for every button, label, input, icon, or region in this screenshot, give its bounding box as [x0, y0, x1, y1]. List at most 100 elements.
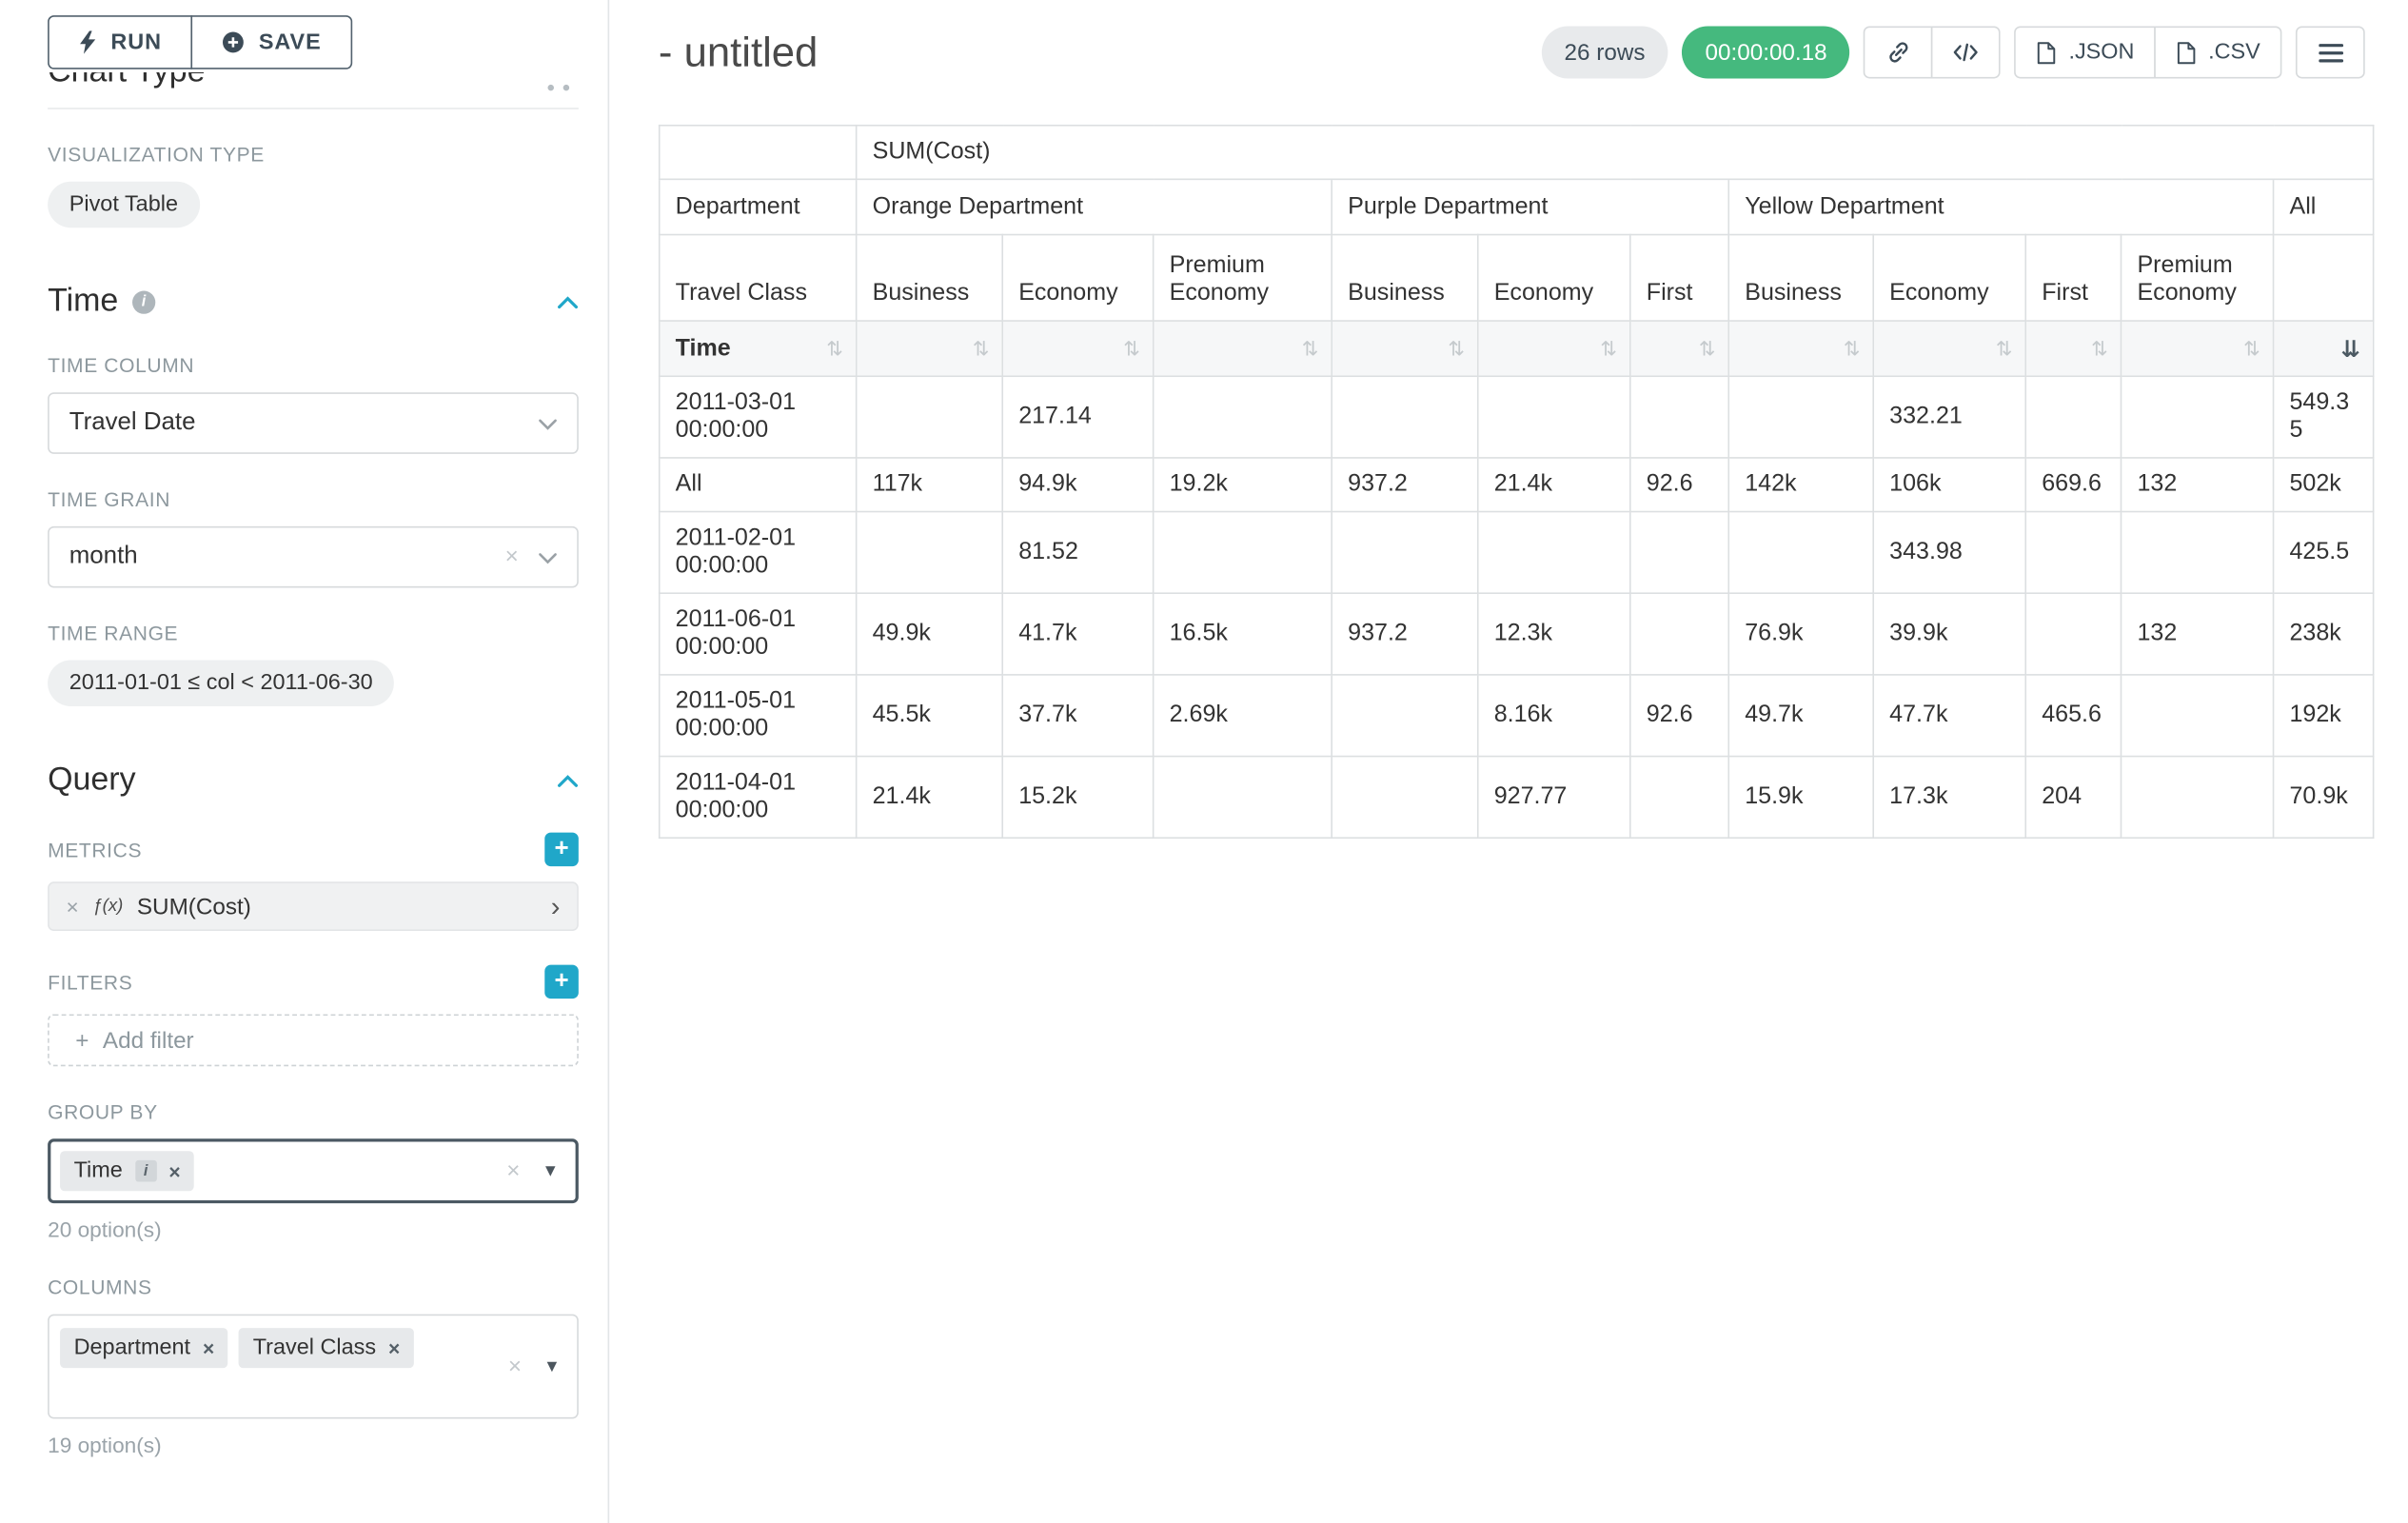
export-json-button[interactable]: .JSON	[2015, 26, 2156, 78]
sort-icon[interactable]: ⇅	[1448, 336, 1465, 361]
sort-icon[interactable]: ⇅	[826, 336, 843, 361]
pivot-cell: 21.4k	[857, 757, 1003, 839]
embed-code-button[interactable]	[1932, 26, 2002, 78]
time-section-header[interactable]: Time i	[48, 283, 579, 320]
pivot-cell	[1154, 512, 1332, 594]
pivot-sort-cell: ⇅	[2025, 321, 2121, 376]
remove-token-icon[interactable]: ×	[203, 1336, 214, 1359]
token-label: Time	[74, 1158, 123, 1183]
clear-all-icon[interactable]: ×	[506, 1157, 520, 1183]
pivot-cell	[2025, 593, 2121, 675]
clear-all-icon[interactable]: ×	[508, 1354, 522, 1379]
info-icon: i	[135, 1160, 157, 1182]
pivot-cell: 17.3k	[1873, 757, 2025, 839]
columns-token[interactable]: Department ×	[60, 1328, 228, 1368]
sort-icon[interactable]: ⇅	[973, 336, 990, 361]
time-column-select[interactable]: Travel Date	[48, 392, 579, 454]
clear-icon[interactable]: ×	[505, 544, 519, 569]
pivot-data-row: 2011-03-01 00:00:00217.14332.21549.35	[660, 376, 2374, 458]
chevron-up-icon[interactable]	[557, 295, 579, 309]
plus-icon: +	[75, 1027, 89, 1053]
time-section-title: Time	[48, 283, 118, 320]
pivot-time-label: Time⇅	[660, 321, 857, 376]
time-range-chip[interactable]: 2011-01-01 ≤ col < 2011-06-30	[48, 661, 394, 706]
sort-icon[interactable]: ⇅	[1844, 336, 1861, 361]
remove-metric-icon[interactable]: ×	[67, 894, 79, 919]
remove-token-icon[interactable]: ×	[388, 1336, 400, 1359]
chart-type-heading: Chart Type	[48, 72, 579, 90]
save-button[interactable]: SAVE	[191, 15, 352, 69]
pivot-cell: 81.52	[1002, 512, 1153, 594]
visualization-type-chip[interactable]: Pivot Table	[48, 182, 200, 227]
columns-select[interactable]: Department × Travel Class × × ▾	[48, 1315, 579, 1419]
chevron-right-icon: ›	[551, 893, 561, 920]
export-csv-label: .CSV	[2208, 40, 2260, 65]
pivot-cell: 425.5	[2274, 512, 2374, 594]
pivot-data-row: 2011-06-01 00:00:0049.9k41.7k16.5k937.21…	[660, 593, 2374, 675]
time-grain-select[interactable]: month ×	[48, 526, 579, 588]
pivot-cell: 204	[2025, 757, 2121, 839]
pivot-cell: 2.69k	[1154, 675, 1332, 757]
pivot-cell	[1728, 376, 1873, 458]
pivot-all-header: All	[2274, 179, 2374, 234]
columns-token[interactable]: Travel Class ×	[239, 1328, 414, 1368]
caret-down-icon[interactable]: ▾	[545, 1158, 556, 1183]
pivot-cell: 343.98	[1873, 512, 2025, 594]
pivot-cell: 937.2	[1332, 458, 1478, 512]
export-csv-button[interactable]: .CSV	[2154, 26, 2281, 78]
add-filter-label: Add filter	[103, 1027, 194, 1053]
pivot-empty-header	[2274, 235, 2374, 322]
time-grain-value: month	[69, 544, 138, 571]
chevron-down-icon	[539, 552, 557, 564]
pivot-cell: 238k	[2274, 593, 2374, 675]
sort-icon[interactable]: ⇅	[1302, 336, 1319, 361]
pivot-cell: 37.7k	[1002, 675, 1153, 757]
pivot-data-row: 2011-02-01 00:00:00 81.52 343.98 425.5	[660, 512, 2374, 594]
metric-name: SUM(Cost)	[137, 893, 537, 919]
pivot-row-label: 2011-02-01 00:00:00	[660, 512, 857, 594]
menu-button[interactable]	[2296, 26, 2365, 78]
run-button[interactable]: RUN	[48, 15, 192, 69]
add-filter-plus-button[interactable]: +	[544, 965, 579, 999]
pivot-group-header: Purple Department	[1332, 179, 1728, 234]
pivot-cell: 47.7k	[1873, 675, 2025, 757]
pivot-row-label: 2011-06-01 00:00:00	[660, 593, 857, 675]
share-link-button[interactable]	[1864, 26, 1933, 78]
export-button-group: .JSON .CSV	[2015, 26, 2282, 78]
remove-token-icon[interactable]: ×	[168, 1159, 180, 1182]
caret-down-icon[interactable]: ▾	[547, 1354, 558, 1378]
pivot-column-header: First	[2025, 235, 2121, 322]
pivot-class-row: Travel ClassBusinessEconomyPremium Econo…	[660, 235, 2374, 322]
sort-icon[interactable]: ⇅	[1600, 336, 1617, 361]
add-metric-button[interactable]: +	[544, 833, 579, 867]
pivot-cell: 15.9k	[1728, 757, 1873, 839]
pivot-sort-cell: ⇅	[857, 321, 1003, 376]
fx-icon: ƒ(x)	[92, 897, 123, 915]
pivot-column-header: First	[1630, 235, 1728, 322]
sort-icon[interactable]: ⇅	[1699, 336, 1716, 361]
chevron-up-icon[interactable]	[557, 773, 579, 787]
sort-icon[interactable]: ⇅	[1996, 336, 2013, 361]
pivot-cell: 217.14	[1002, 376, 1153, 458]
pivot-data-row: 2011-04-01 00:00:0021.4k15.2k927.7715.9k…	[660, 757, 2374, 839]
add-filter-button[interactable]: + Add filter	[48, 1014, 579, 1066]
sort-icon[interactable]: ⇅	[2243, 336, 2260, 361]
pivot-metric-row: SUM(Cost)	[660, 126, 2374, 180]
group-by-token[interactable]: Time i ×	[60, 1151, 194, 1191]
toolbar: 26 rows 00:00:00.18	[1541, 26, 2364, 78]
sort-icon[interactable]: ⇅	[2091, 336, 2108, 361]
chart-area: - untitled 26 rows 00:00:00.18	[609, 0, 2408, 1523]
metric-option[interactable]: × ƒ(x) SUM(Cost) ›	[48, 881, 579, 931]
group-by-select[interactable]: Time i × × ▾	[48, 1138, 579, 1203]
pivot-cell	[857, 376, 1003, 458]
bolt-icon	[78, 30, 96, 53]
pivot-cell	[2121, 675, 2273, 757]
pivot-cell	[1478, 376, 1630, 458]
pivot-cell	[1630, 593, 1728, 675]
sort-desc-icon[interactable]: ⇊	[2341, 335, 2360, 363]
pivot-cell	[1332, 512, 1478, 594]
query-section-header[interactable]: Query	[48, 762, 579, 799]
sort-icon[interactable]: ⇅	[1123, 336, 1140, 361]
pivot-cell	[2025, 512, 2121, 594]
chart-title[interactable]: - untitled	[659, 29, 818, 76]
